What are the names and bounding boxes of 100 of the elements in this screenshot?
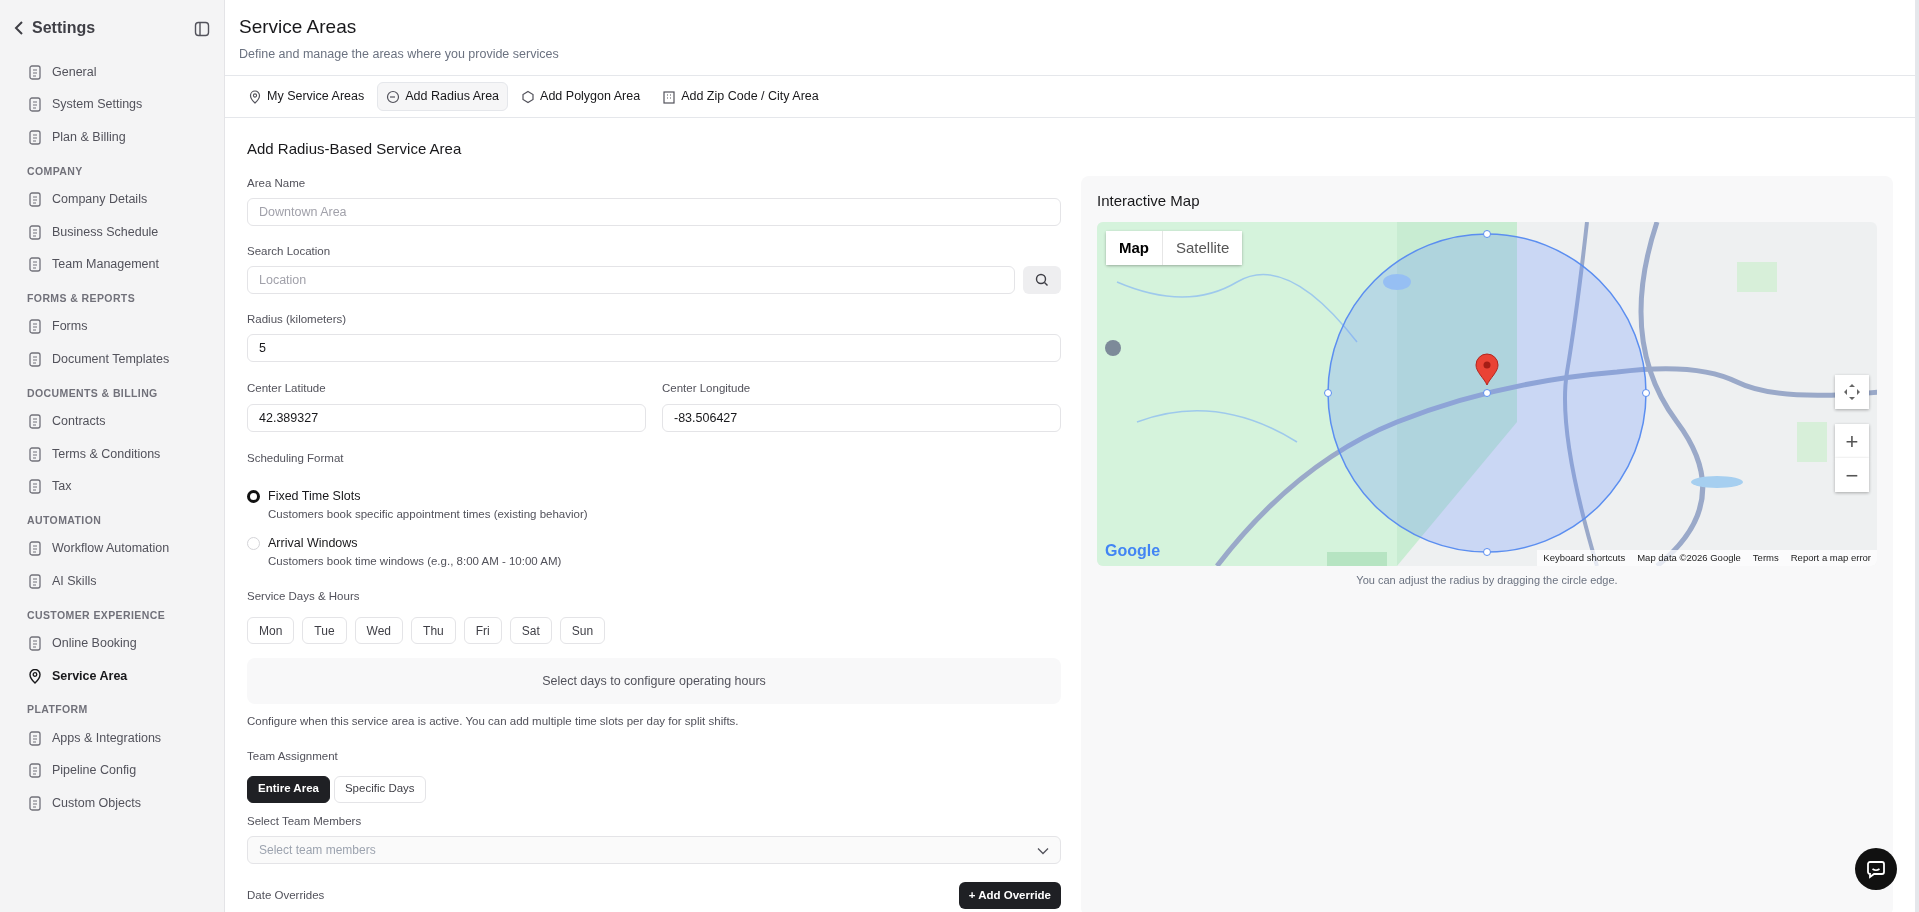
section-heading: CUSTOMER EXPERIENCE	[26, 607, 167, 623]
map-marker-icon[interactable]	[1475, 353, 1499, 386]
help-text: Configure when this service area is active. You can add multiple time slots per day for split shifts.	[247, 714, 740, 729]
day-button[interactable]: Sat	[509, 617, 552, 644]
sidebar-item[interactable]: Company Details	[14, 183, 210, 216]
document-icon	[28, 479, 42, 494]
document-icon	[28, 414, 42, 429]
field-label: Radius (kilometers)	[247, 312, 348, 327]
search-icon	[1034, 273, 1049, 287]
document-icon	[28, 192, 42, 207]
hours-message: Select days to configure operating hours	[247, 658, 1061, 704]
sidebar-toggle-icon[interactable]	[194, 20, 210, 37]
attribution-link[interactable]: Report a map error	[1790, 550, 1871, 565]
document-icon	[28, 129, 42, 145]
document-icon	[28, 257, 42, 272]
zoom-in-button[interactable]: +	[1835, 424, 1869, 458]
document-icon	[28, 763, 42, 779]
sidebar-item[interactable]: AI Skills	[14, 565, 210, 598]
map-title: Interactive Map	[1097, 192, 1201, 210]
day-button[interactable]: Wed	[354, 617, 404, 644]
day-button[interactable]: Tue	[302, 617, 347, 644]
sidebar-item[interactable]: Service Area	[14, 659, 210, 693]
move-arrows-icon	[1843, 383, 1861, 401]
location-pin-icon	[248, 89, 262, 104]
radio-button[interactable]	[247, 489, 260, 503]
document-icon	[28, 730, 42, 746]
zoom-out-button[interactable]: −	[1835, 458, 1869, 492]
attribution-link[interactable]: Terms	[1752, 550, 1779, 565]
toggle-button[interactable]: Specific Days	[333, 775, 426, 803]
option-description: Customers book specific appointment times (existing behavior)	[268, 506, 588, 522]
field-label: Select Team Members	[247, 813, 363, 829]
sidebar-item[interactable]: Plan & Billing	[14, 121, 210, 154]
document-icon	[28, 351, 42, 367]
drag-handle[interactable]	[1324, 389, 1332, 397]
circle-icon	[386, 89, 401, 104]
sidebar-item[interactable]: Terms & Conditions	[14, 437, 210, 471]
map-type-tab[interactable]: Satellite	[1162, 231, 1243, 265]
sidebar-item[interactable]: Apps & Integrations	[14, 722, 210, 755]
chevron-down-icon	[1037, 846, 1049, 855]
document-icon	[28, 573, 42, 589]
input-field[interactable]: Downtown Area	[247, 197, 1061, 226]
field-label: Center Latitude	[247, 381, 327, 397]
sidebar-item[interactable]: Custom Objects	[14, 787, 210, 820]
building-icon	[662, 89, 677, 104]
input-field[interactable]: -83.506427	[662, 403, 1061, 432]
attribution-link[interactable]: Keyboard shortcuts	[1543, 550, 1626, 565]
sidebar-item[interactable]: Business Schedule	[14, 215, 210, 249]
map-type-tab[interactable]: Map	[1106, 231, 1162, 265]
section-heading: AUTOMATION	[26, 512, 103, 528]
day-button[interactable]: Sun	[559, 617, 606, 644]
tab[interactable]: Add Radius Area	[377, 82, 509, 111]
sidebar-item[interactable]: System Settings	[14, 88, 210, 121]
drag-handle[interactable]	[1483, 548, 1491, 556]
field-label: Center Longitude	[662, 381, 752, 397]
document-icon	[28, 64, 42, 80]
field-label: Search Location	[247, 243, 332, 259]
sidebar-item[interactable]: General	[14, 56, 210, 89]
drag-handle[interactable]	[1483, 389, 1491, 397]
document-icon	[28, 319, 42, 335]
day-button[interactable]: Thu	[411, 617, 456, 644]
section-heading: FORMS & REPORTS	[26, 290, 137, 306]
search-field[interactable]: Location	[247, 266, 1015, 294]
sidebar-item[interactable]: Workflow Automation	[14, 532, 210, 565]
day-button[interactable]: Mon	[247, 617, 295, 644]
tab[interactable]: My Service Areas	[239, 82, 374, 111]
field-label: Team Assignment	[247, 749, 339, 765]
drag-handle[interactable]	[1483, 230, 1491, 238]
sidebar-item[interactable]: Contracts	[14, 405, 210, 438]
page-subtitle: Define and manage the areas where you provide services	[239, 45, 560, 63]
fullscreen-button[interactable]	[1835, 375, 1869, 409]
sidebar-item[interactable]: Pipeline Config	[14, 754, 210, 787]
select-placeholder: Select team members	[259, 841, 376, 859]
chat-icon	[1866, 859, 1886, 879]
toggle-button[interactable]: Entire Area	[247, 775, 330, 803]
map-caption: You can adjust the radius by dragging the circle edge.	[1355, 573, 1619, 588]
document-icon	[28, 224, 42, 240]
add-override-button[interactable]: + Add Override	[958, 881, 1061, 909]
polygon-icon	[521, 89, 536, 104]
sidebar-item[interactable]: Tax	[14, 470, 210, 503]
field-label: Scheduling Format	[247, 450, 345, 466]
search-button[interactable]	[1022, 266, 1061, 294]
sidebar-item[interactable]: Team Management	[14, 248, 210, 281]
section-heading: DOCUMENTS & BILLING	[26, 385, 159, 401]
attribution-link[interactable]: Map data ©2026 Google	[1637, 550, 1741, 565]
tab[interactable]: Add Polygon Area	[512, 82, 650, 111]
field-label: Area Name	[247, 175, 307, 191]
tab[interactable]: Add Zip Code / City Area	[653, 82, 828, 111]
sidebar-item[interactable]: Online Booking	[14, 627, 210, 660]
sidebar-item[interactable]: Forms	[14, 310, 210, 343]
document-icon	[28, 636, 42, 651]
document-icon	[28, 97, 42, 113]
option-title: Arrival Windows	[268, 534, 359, 552]
input-field[interactable]: 5	[247, 334, 1061, 363]
drag-handle[interactable]	[1642, 389, 1650, 397]
field-label: Date Overrides	[247, 887, 325, 903]
back-icon[interactable]	[14, 20, 24, 36]
sidebar-item[interactable]: Document Templates	[14, 343, 210, 376]
day-button[interactable]: Fri	[463, 617, 502, 644]
sidebar-title: Settings	[32, 18, 96, 38]
input-field[interactable]: 42.389327	[247, 403, 646, 432]
